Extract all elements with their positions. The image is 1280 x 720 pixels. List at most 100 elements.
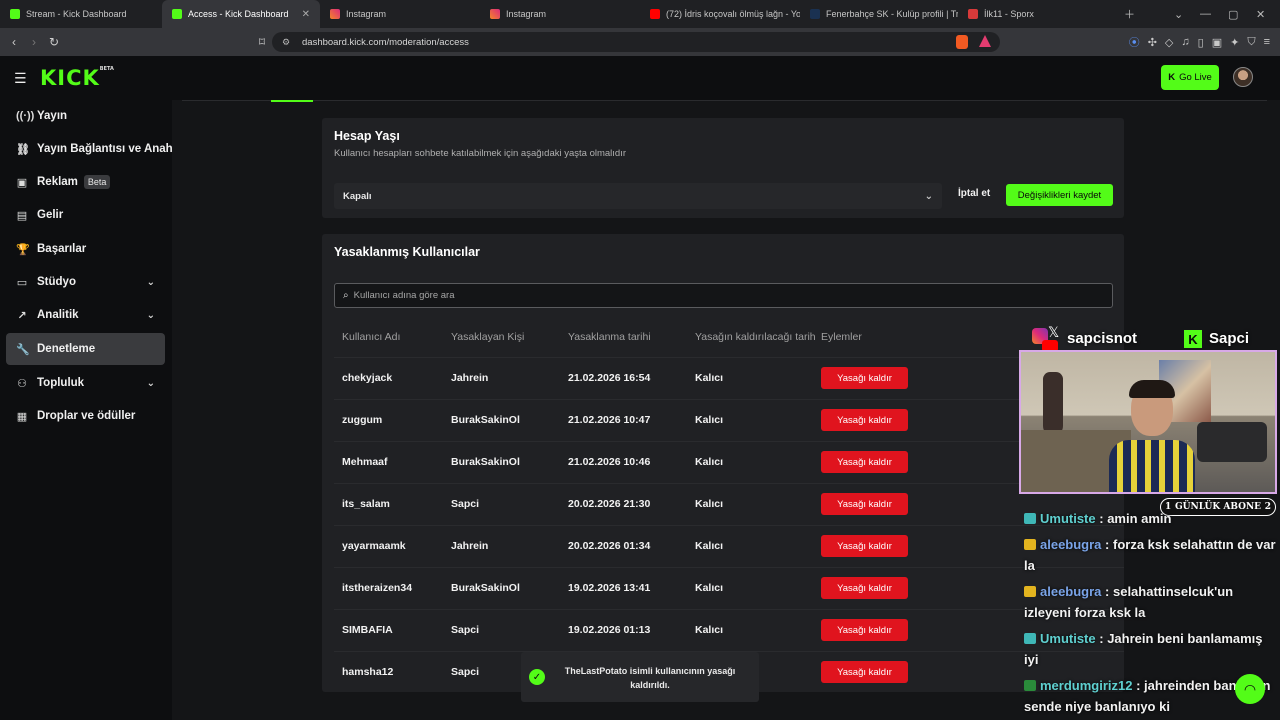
new-tab-icon[interactable]: ＋ xyxy=(1124,0,1135,28)
support-chat-button[interactable]: ◠ xyxy=(1235,674,1265,704)
tab-youtube[interactable]: (72) İdris koçovalı ölmüş lağn - YouT xyxy=(640,0,800,28)
unban-date-cell: Kalıcı xyxy=(695,540,724,552)
broadcast-icon: ((·)) xyxy=(16,110,35,122)
close-tab-icon[interactable]: ✕ xyxy=(296,9,310,20)
browser-toolbar: ‹ › ↻ ⌑ ⚙ dashboard.kick.com/moderation/… xyxy=(0,28,1280,56)
ban-date-cell: 19.02.2026 13:41 xyxy=(568,582,651,594)
hamburger-menu-icon[interactable]: ☰ xyxy=(14,70,27,87)
chat-username: aleebugra xyxy=(1040,584,1102,599)
ban-date-cell: 21.02.2026 10:46 xyxy=(568,456,651,468)
sidebar-item-denetleme[interactable]: 🔧 Denetleme xyxy=(6,333,165,365)
avatar[interactable] xyxy=(1233,67,1253,87)
tab-transfermarkt[interactable]: Fenerbahçe SK - Kulüp profili | Trans xyxy=(800,0,958,28)
sidebar-item-stream-key[interactable]: ⛓ Yayın Bağlantısı ve Anahtar xyxy=(6,133,172,165)
minimize-icon[interactable]: — xyxy=(1200,0,1211,28)
instagram-favicon-icon xyxy=(490,9,500,19)
sidebar-item-droplar[interactable]: ▦ Droplar ve ödüller xyxy=(6,400,165,432)
beta-badge: Beta xyxy=(83,175,111,189)
back-icon[interactable]: ‹ xyxy=(4,35,24,49)
site-info-icon[interactable]: ⚙ xyxy=(282,37,290,48)
tab-label: Fenerbahçe SK - Kulüp profili | Trans xyxy=(826,9,958,19)
address-bar[interactable]: ⚙ dashboard.kick.com/moderation/access xyxy=(272,32,1000,52)
unban-button[interactable]: Yasağı kaldır xyxy=(821,409,908,431)
tab-stream-dashboard[interactable]: Stream - Kick Dashboard xyxy=(0,0,162,28)
ban-date-cell: 20.02.2026 01:34 xyxy=(568,540,651,552)
column-header-actions: Eylemler xyxy=(821,331,862,343)
sidebar-toggle-icon[interactable]: ▯ xyxy=(1198,36,1204,49)
vpn-icon[interactable]: ⛉ xyxy=(1247,36,1255,49)
username-cell: hamsha12 xyxy=(342,666,394,678)
banned-by-cell: BurakSakinOl xyxy=(451,414,520,426)
brave-rewards-icon[interactable] xyxy=(979,35,991,47)
unban-button[interactable]: Yasağı kaldır xyxy=(821,619,908,641)
x-icon: 𝕏 xyxy=(1048,324,1060,340)
table-row: its_salam Sapci 20.02.2026 21:30 Kalıcı … xyxy=(334,483,1124,525)
unban-date-cell: Kalıcı xyxy=(695,456,724,468)
maximize-icon[interactable]: ▢ xyxy=(1228,0,1238,28)
unban-button[interactable]: Yasağı kaldır xyxy=(821,493,908,515)
unban-date-cell: Kalıcı xyxy=(695,372,724,384)
sidebar-item-label: Gelir xyxy=(37,209,64,221)
chat-message: aleebugra : selahattinselcuk'un izleyeni… xyxy=(1024,581,1276,623)
unban-button[interactable]: Yasağı kaldır xyxy=(821,367,908,389)
search-placeholder: Kullanıcı adına göre ara xyxy=(353,290,455,301)
unban-button[interactable]: Yasağı kaldır xyxy=(821,661,908,683)
revenue-icon: ▤ xyxy=(16,209,28,222)
go-live-label: Go Live xyxy=(1179,72,1212,83)
community-icon: ⚇ xyxy=(17,377,27,390)
account-age-title: Hesap Yaşı xyxy=(334,129,400,143)
search-input[interactable]: ⌕ Kullanıcı adına göre ara xyxy=(334,283,1113,308)
tab-instagram-2[interactable]: Instagram xyxy=(480,0,640,28)
account-age-select[interactable]: Kapalı ⌄ xyxy=(334,183,942,209)
username-cell: zuggum xyxy=(342,414,383,426)
unban-button[interactable]: Yasağı kaldır xyxy=(821,451,908,473)
crown-badge-icon xyxy=(1024,539,1036,550)
sidebar-item-reklam[interactable]: ▣ Reklam Beta xyxy=(6,166,165,198)
tab-access-dashboard[interactable]: Access - Kick Dashboard ✕ xyxy=(162,0,320,28)
sidebar-item-gelir[interactable]: ▤ Gelir xyxy=(6,199,165,231)
extension-icons: ⦿ ✣ ◇ ♫ ▯ ▣ ✦ ⛉ ≡ xyxy=(1129,28,1270,56)
forward-icon[interactable]: › xyxy=(24,35,44,49)
webcam-feed xyxy=(1019,350,1277,494)
media-icon[interactable]: ♫ xyxy=(1181,36,1189,48)
ad-icon: ▣ xyxy=(16,176,28,189)
sidebar-item-basarilar[interactable]: 🏆 Başarılar xyxy=(6,233,165,265)
tab-label: (72) İdris koçovalı ölmüş lağn - YouT xyxy=(666,9,800,19)
sidebar-item-label: Droplar ve ödüller xyxy=(37,410,136,422)
close-window-icon[interactable]: ✕ xyxy=(1256,0,1265,28)
youtube-favicon-icon xyxy=(650,9,660,19)
sidebar: ((·)) Yayın ⛓ Yayın Bağlantısı ve Anahta… xyxy=(0,100,172,720)
wallet-icon[interactable]: ⦿ xyxy=(1129,34,1140,50)
kick-logo[interactable]: KICKBETA xyxy=(40,66,114,90)
leo-icon[interactable]: ✦ xyxy=(1230,36,1239,49)
sidebar-item-analitik[interactable]: ↗ Analitik ⌄ xyxy=(6,299,165,331)
sidebar-item-topluluk[interactable]: ⚇ Topluluk ⌄ xyxy=(6,367,165,399)
go-live-button[interactable]: K Go Live xyxy=(1161,65,1219,90)
tab-list-icon[interactable]: ⌄ xyxy=(1174,0,1183,28)
kick-k-icon: K xyxy=(1168,72,1176,83)
tab-instagram-1[interactable]: Instagram xyxy=(320,0,480,28)
sidebar-item-studyo[interactable]: ▭ Stüdyo ⌄ xyxy=(6,266,165,298)
gift-icon: ▦ xyxy=(16,410,28,423)
sidebar-item-yayin[interactable]: ((·)) Yayın xyxy=(6,100,165,132)
unban-button[interactable]: Yasağı kaldır xyxy=(821,535,908,557)
banned-users-card: Yasaklanmış Kullanıcılar ⌕ Kullanıcı adı… xyxy=(322,234,1124,692)
bookmark-icon[interactable]: ⌑ xyxy=(252,35,272,49)
tab-label: İlk11 - Sporx xyxy=(984,9,1034,19)
banned-by-cell: Sapci xyxy=(451,498,480,510)
chevron-down-icon: ⌄ xyxy=(146,276,155,288)
cancel-button[interactable]: İptal et xyxy=(958,188,990,199)
crypto-wallet-icon[interactable]: ▣ xyxy=(1212,36,1222,49)
jersey xyxy=(1109,440,1195,492)
username-cell: chekyjack xyxy=(342,372,393,384)
tab-sporx[interactable]: İlk11 - Sporx xyxy=(958,0,1118,28)
sidebar-item-label: Stüdyo xyxy=(37,276,76,288)
save-changes-button[interactable]: Değişiklikleri kaydet xyxy=(1006,184,1113,206)
reload-icon[interactable]: ↻ xyxy=(44,35,64,49)
ai-chat-icon[interactable]: ◇ xyxy=(1165,36,1173,49)
extensions-icon[interactable]: ✣ xyxy=(1148,36,1157,49)
brave-shield-icon[interactable] xyxy=(956,35,968,49)
sidebar-item-label: Denetleme xyxy=(37,343,96,355)
menu-icon[interactable]: ≡ xyxy=(1264,36,1270,48)
unban-button[interactable]: Yasağı kaldır xyxy=(821,577,908,599)
